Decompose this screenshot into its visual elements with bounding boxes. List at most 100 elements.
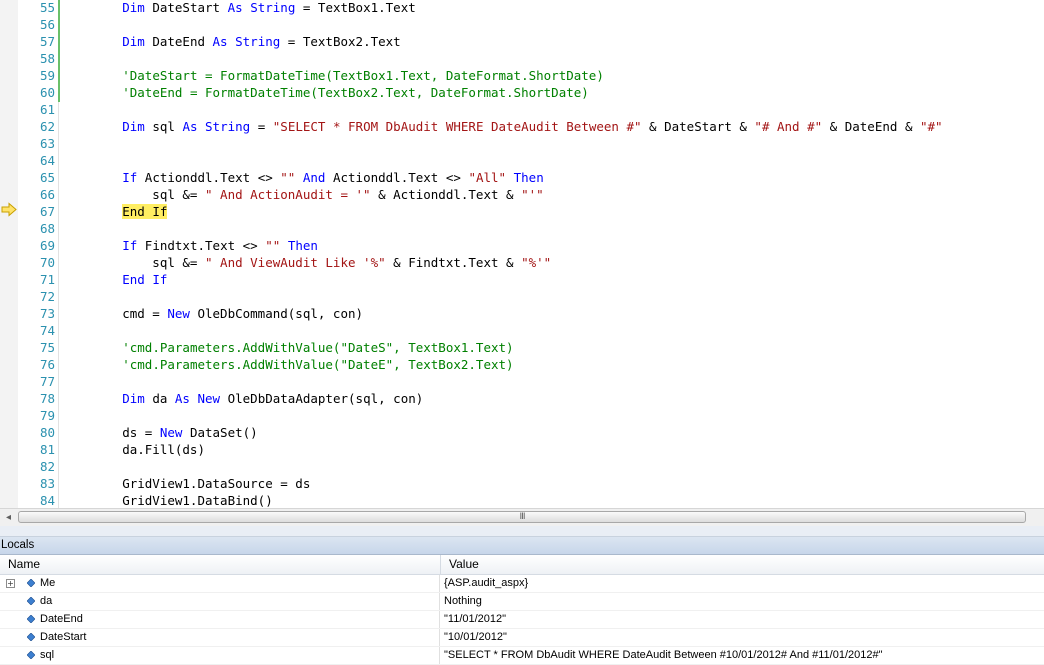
code-line[interactable]: GridView1.DataSource = ds bbox=[58, 476, 1044, 493]
code-line[interactable] bbox=[58, 289, 1044, 306]
line-number: 64 bbox=[39, 153, 55, 168]
code-keyword: String bbox=[235, 34, 281, 49]
code-keyword: Dim bbox=[122, 34, 145, 49]
code-token: Actionddl.Text <> bbox=[137, 170, 281, 185]
code-line[interactable]: sql &= " And ViewAudit Like '%" & Findtx… bbox=[58, 255, 1044, 272]
code-string: "%'" bbox=[521, 255, 552, 270]
code-keyword: Then bbox=[287, 238, 318, 253]
line-numbers: 55 56 57 58 59 60 61 62 63 64 65 66 67 68 69 70 71 72 73 74… bbox=[18, 0, 58, 508]
code-keyword: If bbox=[122, 170, 138, 185]
indicator-margin[interactable] bbox=[0, 0, 18, 508]
code-line[interactable] bbox=[58, 323, 1044, 340]
code-token: GridView1.DataBind() bbox=[62, 493, 273, 508]
code-keyword: As bbox=[174, 391, 190, 406]
code-token: & Actionddl.Text & bbox=[370, 187, 522, 202]
code-keyword: As bbox=[212, 34, 228, 49]
locals-name-cell: DateStart bbox=[0, 629, 440, 646]
column-header-name[interactable]: Name bbox=[0, 555, 441, 574]
code-string: "" bbox=[265, 238, 281, 253]
code-line[interactable]: Dim DateStart As String = TextBox1.Text bbox=[58, 0, 1044, 17]
code-line[interactable]: Dim da As New OleDbDataAdapter(sql, con) bbox=[58, 391, 1044, 408]
code-string: "# And #" bbox=[754, 119, 823, 134]
line-number: 65 bbox=[39, 170, 55, 185]
code-token: & Findtxt.Text & bbox=[385, 255, 522, 270]
code-line[interactable]: ds = New DataSet() bbox=[58, 425, 1044, 442]
code-token: DateStart bbox=[144, 0, 228, 15]
code-string: " And ViewAudit Like '%" bbox=[205, 255, 386, 270]
locals-row[interactable]: DateStart "10/01/2012" bbox=[0, 629, 1044, 647]
variable-icon bbox=[27, 633, 35, 641]
code-line[interactable] bbox=[58, 102, 1044, 119]
code-token: sql bbox=[144, 119, 183, 134]
code-line[interactable]: 'DateEnd = FormatDateTime(TextBox2.Text,… bbox=[58, 85, 1044, 102]
code-line[interactable]: sql &= " And ActionAudit = '" & Actiondd… bbox=[58, 187, 1044, 204]
code-line[interactable]: Dim sql As String = "SELECT * FROM DbAud… bbox=[58, 119, 1044, 136]
expand-icon[interactable]: + bbox=[6, 579, 15, 588]
variable-icon bbox=[27, 579, 35, 587]
locals-name-cell: + Me bbox=[0, 575, 440, 592]
code-line[interactable]: 'cmd.Parameters.AddWithValue("DateS", Te… bbox=[58, 340, 1044, 357]
code-line[interactable] bbox=[58, 136, 1044, 153]
code-token: sql &= bbox=[62, 187, 205, 202]
code-line[interactable]: End If bbox=[58, 204, 1044, 221]
locals-rows: + Me {ASP.audit_aspx}da Nothing DateEnd "11/0… bbox=[0, 575, 1044, 665]
code-line[interactable]: If Findtxt.Text <> "" Then bbox=[58, 238, 1044, 255]
code-line[interactable]: GridView1.DataBind() bbox=[58, 493, 1044, 508]
code-line[interactable] bbox=[58, 374, 1044, 391]
code-line[interactable] bbox=[58, 459, 1044, 476]
line-number: 56 bbox=[39, 17, 55, 32]
line-number: 75 bbox=[39, 340, 55, 355]
pane-splitter[interactable] bbox=[0, 526, 1044, 537]
code-comment: 'DateStart = FormatDateTime(TextBox1.Tex… bbox=[122, 68, 604, 83]
locals-row[interactable]: + Me {ASP.audit_aspx} bbox=[0, 575, 1044, 593]
code-keyword: New bbox=[167, 306, 190, 321]
code-string: "" bbox=[280, 170, 296, 185]
variable-name: da bbox=[40, 595, 53, 607]
line-number: 58 bbox=[39, 51, 55, 66]
scroll-left-icon[interactable]: ◂ bbox=[0, 509, 17, 526]
locals-row[interactable]: sql "SELECT * FROM DbAudit WHERE DateAudi… bbox=[0, 647, 1044, 665]
code-string: "'" bbox=[521, 187, 544, 202]
column-header-value[interactable]: Value bbox=[441, 555, 479, 574]
line-number: 76 bbox=[39, 357, 55, 372]
code-line[interactable]: da.Fill(ds) bbox=[58, 442, 1044, 459]
code-line[interactable]: Dim DateEnd As String = TextBox2.Text bbox=[58, 34, 1044, 51]
horizontal-scrollbar[interactable]: ◂ III bbox=[0, 508, 1044, 527]
locals-row[interactable]: DateEnd "11/01/2012" bbox=[0, 611, 1044, 629]
line-number: 79 bbox=[39, 408, 55, 423]
code-token: da.Fill(ds) bbox=[62, 442, 205, 457]
code-line[interactable] bbox=[58, 153, 1044, 170]
scrollbar-thumb[interactable]: III bbox=[18, 511, 1026, 523]
line-number: 82 bbox=[39, 459, 55, 474]
scrollbar-grip: III bbox=[519, 512, 526, 522]
code-line[interactable]: 'DateStart = FormatDateTime(TextBox1.Tex… bbox=[58, 68, 1044, 85]
line-number: 71 bbox=[39, 272, 55, 287]
locals-row[interactable]: da Nothing bbox=[0, 593, 1044, 611]
code-line[interactable]: End If bbox=[58, 272, 1044, 289]
code-token: & DateStart & bbox=[641, 119, 755, 134]
code-keyword: New bbox=[159, 425, 183, 440]
code-line[interactable]: If Actionddl.Text <> "" And Actionddl.Te… bbox=[58, 170, 1044, 187]
code-line[interactable]: 'cmd.Parameters.AddWithValue("DateE", Te… bbox=[58, 357, 1044, 374]
variable-value: Nothing bbox=[444, 595, 482, 607]
code-line[interactable] bbox=[58, 408, 1044, 425]
code-line[interactable] bbox=[58, 17, 1044, 34]
variable-value: "11/01/2012" bbox=[444, 613, 507, 625]
line-number: 66 bbox=[39, 187, 55, 202]
code-editor[interactable]: 55 56 57 58 59 60 61 62 63 64 65 66 67 68 69 70 71 72 73 74… bbox=[0, 0, 1044, 508]
code-line[interactable] bbox=[58, 51, 1044, 68]
code-line[interactable] bbox=[58, 221, 1044, 238]
code-line[interactable]: cmd = New OleDbCommand(sql, con) bbox=[58, 306, 1044, 323]
code-text[interactable]: Dim DateStart As String = TextBox1.Text … bbox=[58, 0, 1044, 508]
code-string: "All" bbox=[468, 170, 507, 185]
line-number: 61 bbox=[39, 102, 55, 117]
line-number: 57 bbox=[39, 34, 55, 49]
locals-title: Locals bbox=[0, 537, 1044, 555]
